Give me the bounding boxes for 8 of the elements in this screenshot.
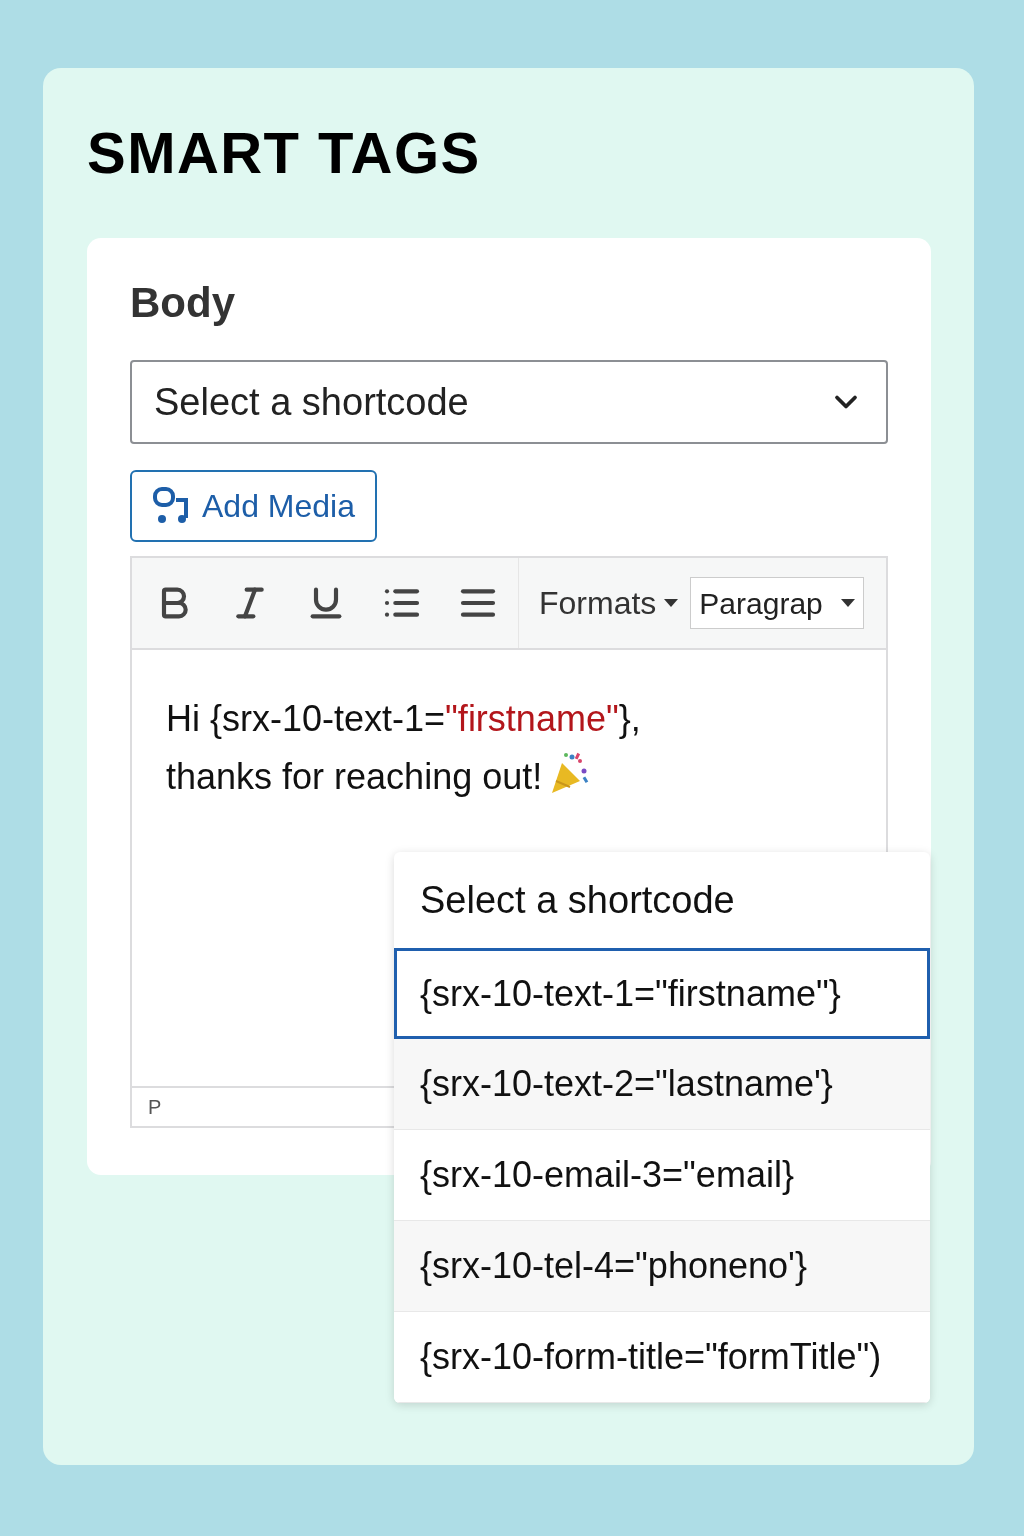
body-text: Hi {srx-10-text-1="firstname"}, [166, 697, 641, 741]
field-label: Body [130, 282, 236, 324]
page-title: SMART TAGS [87, 124, 482, 182]
dropdown-header: Select a shortcode [419, 877, 736, 923]
body-text: thanks for reaching out! [166, 748, 591, 806]
block-format-value: Paragrap [699, 585, 823, 622]
element-path: P [148, 1095, 162, 1120]
select-placeholder: Select a shortcode [154, 379, 469, 425]
